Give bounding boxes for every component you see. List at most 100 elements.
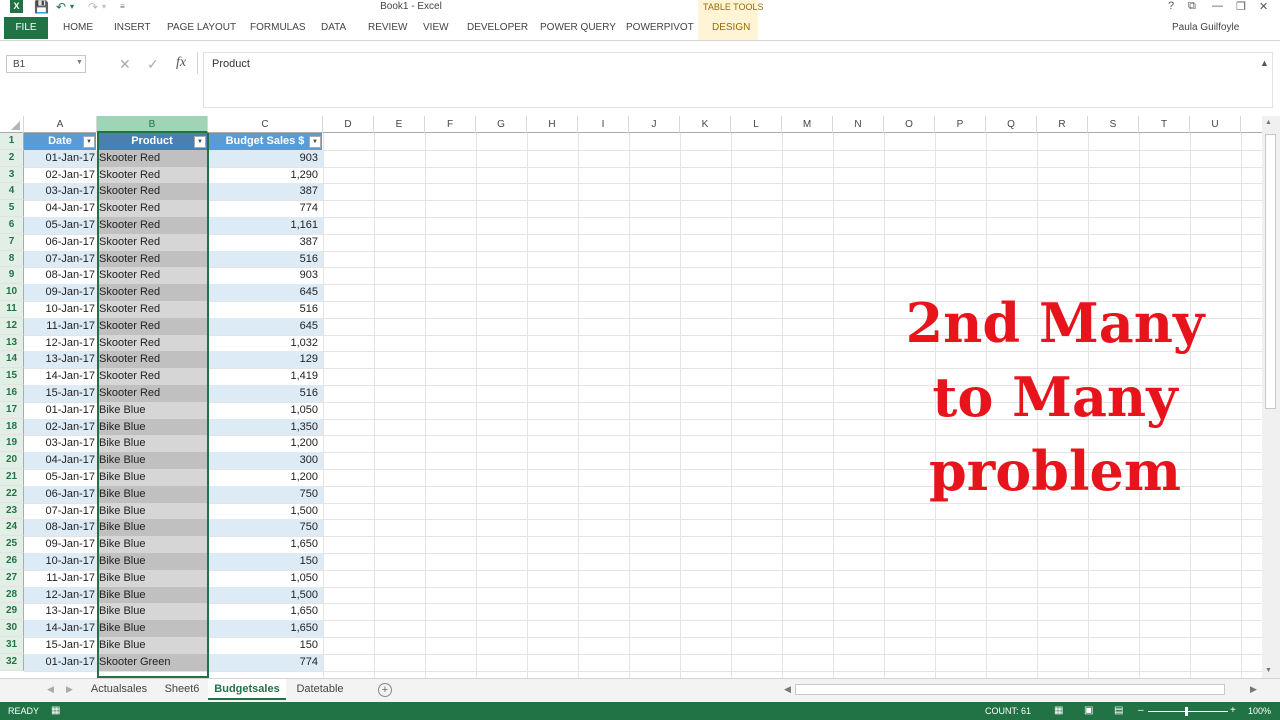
table-cell-date[interactable]: 14-Jan-17 [24, 620, 97, 637]
table-cell-budget-sales[interactable]: 1,419 [208, 368, 323, 385]
table-cell-budget-sales[interactable]: 750 [208, 519, 323, 537]
page-layout-view-icon[interactable]: ▣ [1084, 705, 1093, 716]
column-header-l[interactable]: L [731, 116, 782, 133]
column-header-m[interactable]: M [782, 116, 833, 133]
column-header-q[interactable]: Q [986, 116, 1037, 133]
table-cell-budget-sales[interactable]: 774 [208, 653, 323, 671]
filter-dropdown-icon[interactable]: ▼ [309, 136, 321, 148]
page-break-view-icon[interactable]: ▤ [1114, 705, 1123, 716]
row-header[interactable]: 12 [0, 317, 24, 335]
row-header[interactable]: 22 [0, 485, 24, 503]
insert-function-icon[interactable]: fx [176, 55, 186, 71]
help-icon[interactable]: ? [1168, 0, 1174, 12]
table-cell-date[interactable]: 08-Jan-17 [24, 519, 97, 537]
row-header[interactable]: 4 [0, 183, 24, 201]
table-cell-budget-sales[interactable]: 150 [208, 637, 323, 654]
row-header[interactable]: 16 [0, 385, 24, 402]
table-cell-budget-sales[interactable]: 1,650 [208, 620, 323, 637]
table-cell-budget-sales[interactable]: 1,650 [208, 536, 323, 553]
tab-developer[interactable]: DEVELOPER [467, 22, 528, 33]
row-header[interactable]: 28 [0, 586, 24, 604]
tab-data[interactable]: DATA [321, 22, 346, 33]
table-cell-date[interactable]: 01-Jan-17 [24, 149, 97, 167]
user-name[interactable]: Paula Guilfoyle [1172, 22, 1239, 33]
ribbon-display-icon[interactable]: ⧉ [1188, 0, 1196, 13]
table-cell-date[interactable]: 05-Jan-17 [24, 217, 97, 234]
row-header[interactable]: 31 [0, 637, 24, 654]
column-header-a[interactable]: A [24, 116, 97, 133]
zoom-level[interactable]: 100% [1248, 706, 1271, 716]
row-header[interactable]: 30 [0, 620, 24, 637]
column-header-d[interactable]: D [323, 116, 374, 133]
table-cell-date[interactable]: 12-Jan-17 [24, 586, 97, 604]
tab-file[interactable]: FILE [4, 17, 48, 39]
row-header[interactable]: 10 [0, 284, 24, 301]
row-header[interactable]: 27 [0, 569, 24, 587]
table-cell-date[interactable]: 11-Jan-17 [24, 570, 97, 587]
row-header[interactable]: 7 [0, 233, 24, 251]
table-cell-budget-sales[interactable]: 1,050 [208, 402, 323, 419]
row-header[interactable]: 8 [0, 250, 24, 268]
table-cell-budget-sales[interactable]: 1,500 [208, 586, 323, 604]
formula-input[interactable]: Product [203, 52, 1273, 108]
tab-formulas[interactable]: FORMULAS [250, 22, 306, 33]
column-header-u[interactable]: U [1190, 116, 1241, 133]
zoom-slider[interactable] [1148, 711, 1228, 712]
row-header[interactable]: 1 [0, 133, 24, 150]
table-cell-date[interactable]: 06-Jan-17 [24, 485, 97, 503]
table-cell-budget-sales[interactable]: 516 [208, 385, 323, 402]
sheet-tab-budgetsales[interactable]: Budgetsales [208, 679, 286, 700]
tab-powerpivot[interactable]: POWERPIVOT [626, 22, 694, 33]
close-icon[interactable]: ✕ [1259, 0, 1268, 13]
column-header-h[interactable]: H [527, 116, 578, 133]
scroll-up-icon[interactable]: ▲ [1265, 119, 1272, 126]
table-cell-date[interactable]: 08-Jan-17 [24, 267, 97, 284]
table-cell-date[interactable]: 11-Jan-17 [24, 317, 97, 335]
row-header[interactable]: 11 [0, 301, 24, 318]
table-cell-date[interactable]: 02-Jan-17 [24, 418, 97, 436]
sheet-tab-datetable[interactable]: Datetable [292, 679, 348, 700]
table-cell-date[interactable]: 10-Jan-17 [24, 301, 97, 318]
row-header[interactable]: 6 [0, 217, 24, 234]
name-box[interactable]: B1 [6, 55, 86, 73]
row-header[interactable]: 13 [0, 334, 24, 352]
table-cell-budget-sales[interactable]: 645 [208, 284, 323, 301]
zoom-out-icon[interactable]: – [1138, 705, 1144, 716]
table-cell-budget-sales[interactable]: 150 [208, 553, 323, 570]
table-cell-date[interactable]: 14-Jan-17 [24, 368, 97, 385]
table-cell-budget-sales[interactable]: 1,161 [208, 217, 323, 234]
table-cell-budget-sales[interactable]: 1,050 [208, 570, 323, 587]
row-header[interactable]: 25 [0, 536, 24, 553]
scroll-left-icon[interactable]: ◀ [784, 684, 791, 695]
table-cell-budget-sales[interactable]: 750 [208, 485, 323, 503]
row-header[interactable]: 32 [0, 653, 24, 671]
table-cell-date[interactable]: 01-Jan-17 [24, 402, 97, 419]
row-header[interactable]: 26 [0, 553, 24, 570]
table-header-budget-sales[interactable]: Budget Sales $ [208, 133, 323, 150]
vertical-scroll-thumb[interactable] [1265, 134, 1276, 409]
tab-design[interactable]: DESIGN [712, 22, 750, 33]
column-header-t[interactable]: T [1139, 116, 1190, 133]
column-header-j[interactable]: J [629, 116, 680, 133]
add-sheet-icon[interactable]: + [378, 683, 392, 697]
table-cell-budget-sales[interactable]: 1,200 [208, 435, 323, 452]
row-header[interactable]: 5 [0, 200, 24, 217]
tab-home[interactable]: HOME [63, 22, 93, 33]
table-cell-date[interactable]: 02-Jan-17 [24, 167, 97, 184]
enter-icon[interactable]: ✓ [147, 56, 159, 73]
table-cell-budget-sales[interactable]: 516 [208, 250, 323, 268]
row-header[interactable]: 24 [0, 519, 24, 537]
name-box-dropdown-icon[interactable]: ▼ [76, 59, 83, 66]
row-header[interactable]: 21 [0, 469, 24, 486]
next-sheet-icon[interactable]: ▶ [66, 684, 73, 695]
normal-view-icon[interactable]: ▦ [1054, 705, 1063, 716]
row-header[interactable]: 20 [0, 452, 24, 469]
table-cell-budget-sales[interactable]: 516 [208, 301, 323, 318]
table-cell-budget-sales[interactable]: 774 [208, 200, 323, 217]
table-cell-budget-sales[interactable]: 1,500 [208, 503, 323, 520]
row-header[interactable]: 23 [0, 502, 24, 520]
column-header-o[interactable]: O [884, 116, 935, 133]
cancel-icon[interactable]: ✕ [119, 56, 131, 73]
row-header[interactable]: 2 [0, 149, 24, 167]
column-header-i[interactable]: I [578, 116, 629, 133]
